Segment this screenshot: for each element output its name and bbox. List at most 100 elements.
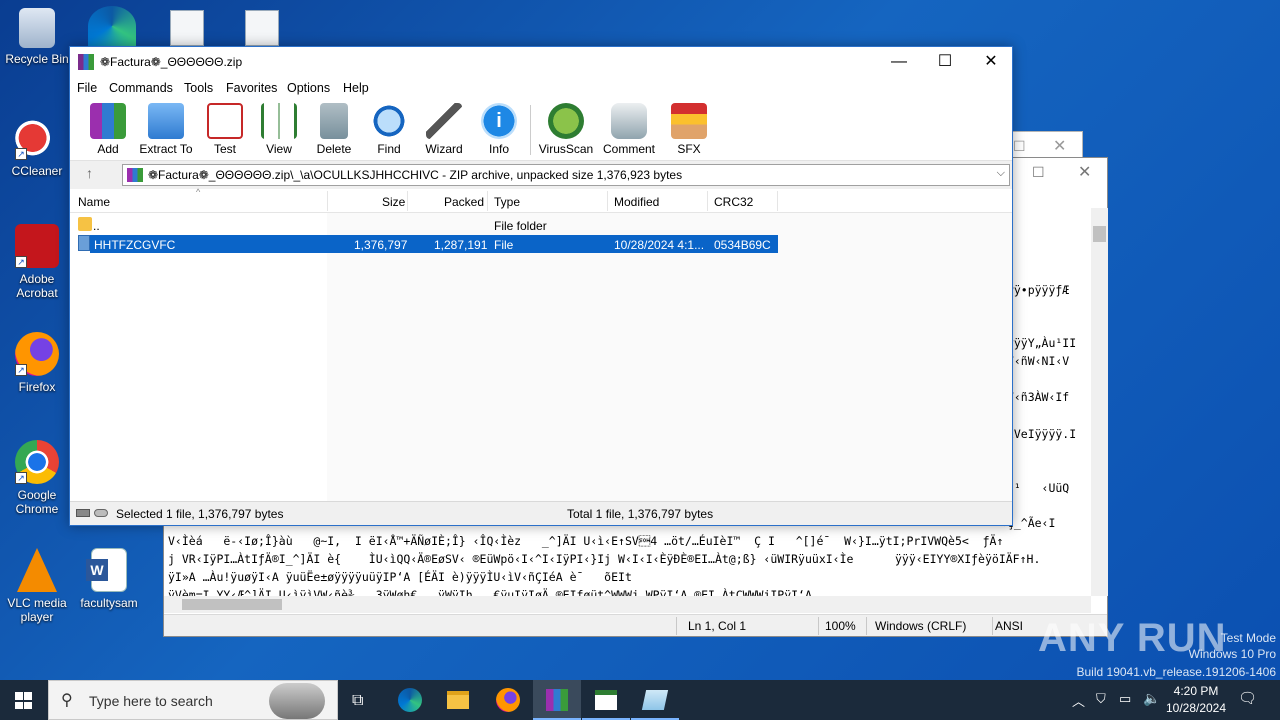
text-line: éI¹ ‹UüQ xyxy=(1000,481,1070,495)
path-field[interactable]: ❁Factura❁_ΘΘΘΘΘΘ.zip\_\a\OCULLKSJHHCCHIV… xyxy=(122,164,1010,186)
wizard-button[interactable]: Wizard xyxy=(414,103,474,156)
list-header: Name ^ Size Packed Type Modified CRC32 xyxy=(70,187,1012,213)
network-icon[interactable]: ▭ xyxy=(1119,691,1131,707)
view-label: View xyxy=(266,142,292,156)
minimize-button[interactable]: — xyxy=(876,47,922,77)
clock[interactable]: 4:20 PM 10/28/2024 xyxy=(1164,684,1228,715)
volume-icon[interactable]: 🔈 xyxy=(1143,690,1160,707)
wizard-icon xyxy=(426,103,462,139)
file-list: Name ^ Size Packed Type Modified CRC32 .… xyxy=(70,187,1012,501)
virusscan-button[interactable]: VirusScan xyxy=(536,103,596,156)
task-view-button[interactable]: ⧉ xyxy=(338,680,386,720)
security-icon[interactable]: ⛉ xyxy=(1096,691,1106,707)
comment-label: Comment xyxy=(602,142,655,156)
taskbar-winrar-active[interactable] xyxy=(533,680,581,720)
winrar-icon xyxy=(546,689,568,711)
edge-icon xyxy=(398,688,422,712)
desktop-icon-chrome[interactable]: ↗ Google Chrome xyxy=(1,440,73,516)
desktop-icon-label: Google Chrome xyxy=(15,488,59,516)
start-button[interactable] xyxy=(0,680,48,720)
list-row-parent-folder[interactable]: .. File folder xyxy=(70,216,778,234)
taskbar-app[interactable] xyxy=(582,680,630,720)
vertical-scrollbar[interactable] xyxy=(1091,208,1108,596)
close-icon[interactable]: ✕ xyxy=(1078,162,1091,182)
test-button[interactable]: Test xyxy=(195,103,255,156)
column-type[interactable]: Type xyxy=(494,195,520,209)
menu-commands[interactable]: Commands xyxy=(109,81,173,95)
find-button[interactable]: Find xyxy=(359,103,419,156)
text-line: ÍV‹ñ3ÀW‹If xyxy=(1000,390,1070,404)
view-button[interactable]: View xyxy=(249,103,309,156)
firefox-icon: ↗ xyxy=(15,332,59,376)
menu-tools[interactable]: Tools xyxy=(184,81,213,95)
recycle-bin-icon xyxy=(19,8,55,48)
column-size[interactable]: Size xyxy=(382,195,405,209)
delete-button[interactable]: Delete xyxy=(304,103,364,156)
row-name: .. xyxy=(93,219,100,233)
menu-help[interactable]: Help xyxy=(343,81,369,95)
desktop-icon-adobe-acrobat[interactable]: ↗ Adobe Acrobat xyxy=(1,224,73,300)
toolbar: Add Extract To Test View Delete Find Wiz… xyxy=(70,99,1012,161)
menu-favorites[interactable]: Favorites xyxy=(226,81,277,95)
maximize-icon[interactable]: ☐ xyxy=(1013,138,1026,155)
delete-label: Delete xyxy=(316,142,352,156)
shortcut-arrow-icon: ↗ xyxy=(15,472,27,484)
window-title: ❁Factura❁_ΘΘΘΘΘΘ.zip xyxy=(100,55,243,69)
column-crc32[interactable]: CRC32 xyxy=(714,195,753,209)
view-icon xyxy=(261,103,297,139)
scrollbar-thumb[interactable] xyxy=(182,599,282,610)
list-body xyxy=(327,213,1012,501)
taskbar-firefox[interactable] xyxy=(484,680,532,720)
status-bar: Selected 1 file, 1,376,797 bytes Total 1… xyxy=(70,501,1012,525)
edge-desktop-icon[interactable] xyxy=(88,6,136,46)
delete-icon xyxy=(320,103,348,139)
desktop-icon-ccleaner[interactable]: ↗ CCleaner xyxy=(1,116,73,178)
winrar-window: ❁Factura❁_ΘΘΘΘΘΘ.zip — ☐ ✕ File Commands… xyxy=(69,46,1013,526)
maximize-button[interactable]: ☐ xyxy=(922,47,968,77)
column-packed[interactable]: Packed xyxy=(444,195,484,209)
find-label: Find xyxy=(377,142,401,156)
taskbar-edge[interactable] xyxy=(386,680,434,720)
chevron-up-icon[interactable]: ︿ xyxy=(1072,691,1085,710)
column-modified[interactable]: Modified xyxy=(614,195,659,209)
taskbar-file-explorer[interactable] xyxy=(434,680,482,720)
desktop-icon-vlc[interactable]: VLC media player xyxy=(1,548,73,624)
desktop-icon-recycle-bin[interactable]: Recycle Bin xyxy=(1,8,73,66)
address-bar: ↑ ❁Factura❁_ΘΘΘΘΘΘ.zip\_\a\OCULLKSJHHCCH… xyxy=(70,161,1012,188)
scrollbar-thumb[interactable] xyxy=(1093,226,1106,242)
up-arrow-icon[interactable]: ↑ xyxy=(86,165,93,181)
title-bar[interactable]: ❁Factura❁_ΘΘΘΘΘΘ.zip — ☐ ✕ xyxy=(70,47,1012,77)
extract-to-button[interactable]: Extract To xyxy=(136,103,196,156)
chevron-down-icon[interactable]: ⌵ xyxy=(997,167,1005,180)
taskbar-notepad[interactable] xyxy=(631,680,679,720)
search-box[interactable]: ⚲ Type here to search xyxy=(48,680,338,720)
wizard-label: Wizard xyxy=(425,142,463,156)
search-placeholder: Type here to search xyxy=(89,693,213,709)
sfx-button[interactable]: SFX xyxy=(659,103,719,156)
app-window-icon xyxy=(595,690,617,710)
comment-button[interactable]: Comment xyxy=(599,103,659,156)
word-document-icon: W xyxy=(86,548,127,592)
info-button[interactable]: i Info xyxy=(469,103,529,156)
notification-icon[interactable]: 🗨 xyxy=(1238,689,1257,707)
add-button[interactable]: Add xyxy=(78,103,138,156)
list-row-selected-file[interactable]: HHTFZCGVFC 1,376,797 1,287,191 File 10/2… xyxy=(90,235,778,253)
notepad-status-bar: Ln 1, Col 1 100% Windows (CRLF) ANSI xyxy=(164,614,1107,636)
file-desktop-icon[interactable] xyxy=(245,10,279,46)
menu-file[interactable]: File xyxy=(77,81,97,95)
close-icon[interactable]: ✕ xyxy=(1053,136,1066,156)
zoom-level: 100% xyxy=(825,619,856,633)
close-button[interactable]: ✕ xyxy=(968,47,1014,77)
maximize-icon[interactable]: ☐ xyxy=(1032,164,1045,181)
ccleaner-icon: ↗ xyxy=(15,116,59,160)
text-line: ÿI»A …Àu!ÿuøÿI‹A ÿuüËe±øÿÿÿÿuüÿIP‘A [ÉÄI… xyxy=(168,570,632,584)
acrobat-icon: ↗ xyxy=(15,224,59,268)
extract-icon xyxy=(148,103,184,139)
desktop-icon-word-document[interactable]: W facultysam xyxy=(73,548,145,610)
file-desktop-icon[interactable] xyxy=(170,10,204,46)
column-name[interactable]: Name xyxy=(78,195,110,209)
desktop-icon-firefox[interactable]: ↗ Firefox xyxy=(1,332,73,394)
horizontal-scrollbar[interactable] xyxy=(164,596,1091,613)
menu-options[interactable]: Options xyxy=(287,81,330,95)
toolbar-separator xyxy=(530,105,531,155)
